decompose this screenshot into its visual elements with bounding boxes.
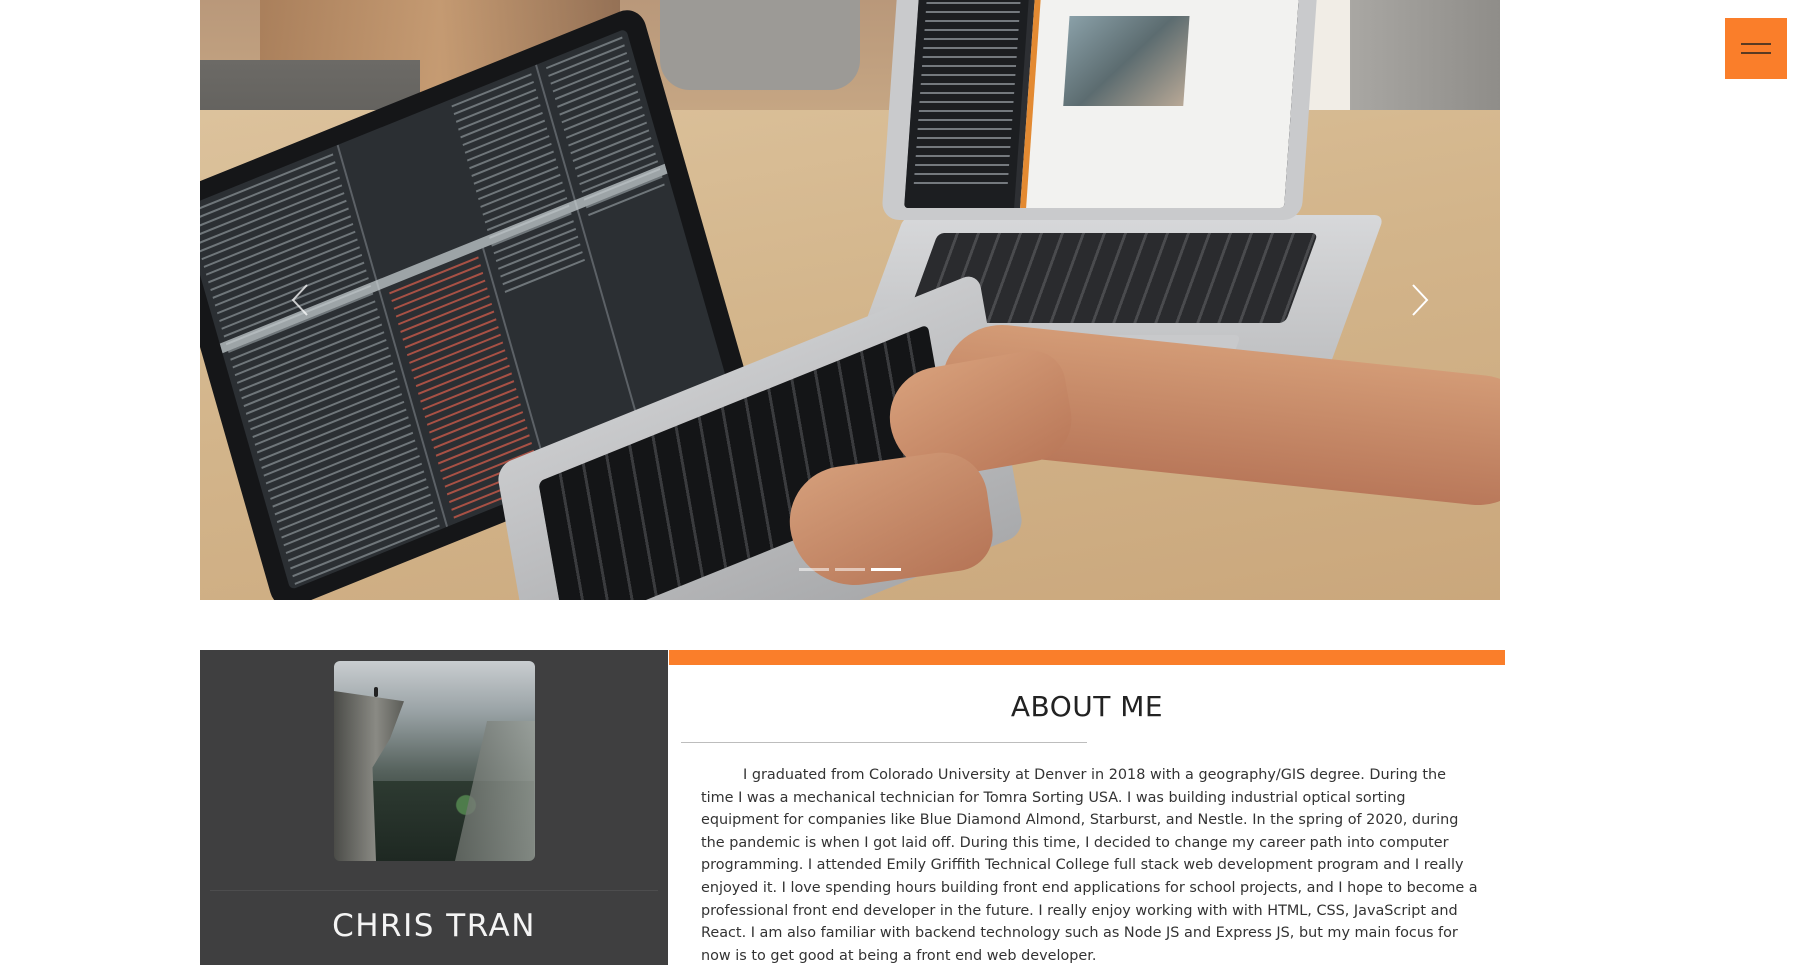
profile-card: CHRIS TRAN [200,650,668,965]
about-accent-bar [669,650,1505,665]
about-section: ABOUT ME I graduated from Colorado Unive… [669,650,1505,965]
hamburger-icon-bar [1741,43,1771,45]
carousel-indicator-2[interactable] [835,568,865,571]
laptop-right-webpage-photo [1063,16,1190,106]
chevron-right-icon [1412,284,1429,316]
profile-name: CHRIS TRAN [332,908,536,944]
carousel-next-button[interactable] [1390,270,1450,330]
carousel-indicator-1[interactable] [799,568,829,571]
carousel-slide-laptops-photo [200,0,1500,600]
chevron-left-icon [291,284,308,316]
image-carousel [200,0,1500,600]
carousel-indicator-3[interactable] [871,568,901,571]
carousel-prev-button[interactable] [270,270,330,330]
avatar [334,661,535,861]
laptop-right-webpage [1020,0,1300,208]
profile-divider [210,890,658,891]
hamburger-icon-bar [1741,52,1771,54]
avatar-person [374,687,378,697]
menu-toggle-button[interactable] [1725,18,1787,79]
carousel-indicators [799,568,901,571]
about-body: I graduated from Colorado University at … [701,767,1478,964]
about-title: ABOUT ME [1010,690,1164,723]
about-title-underline [681,742,1087,743]
